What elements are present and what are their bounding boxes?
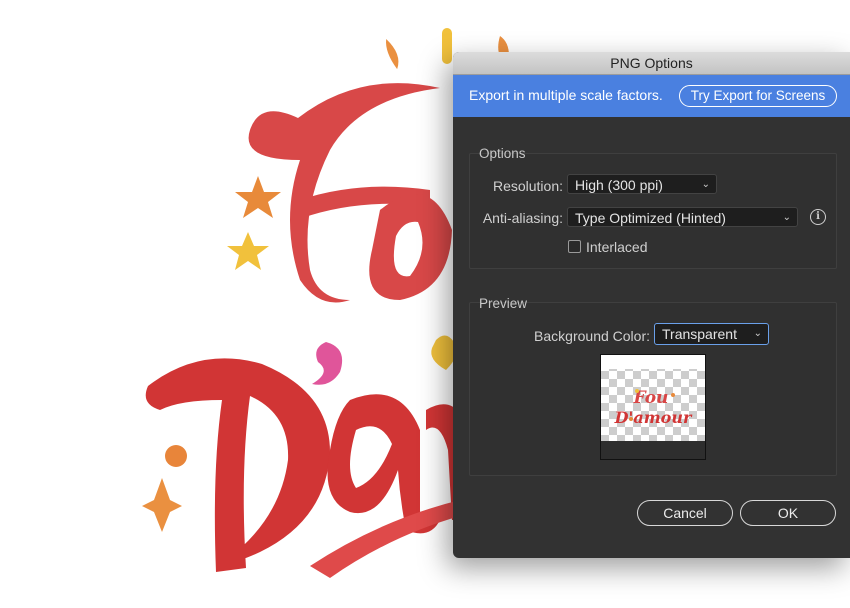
- chevron-down-icon: ⌄: [782, 212, 791, 223]
- background-color-select[interactable]: Transparent ⌄: [654, 323, 769, 345]
- confetti-orange-drop: [386, 39, 399, 70]
- pink-apostrophe: [312, 342, 343, 385]
- antialiasing-select[interactable]: Type Optimized (Hinted) ⌄: [567, 207, 798, 227]
- letter-o-stroke: [369, 194, 452, 300]
- banner-text: Export in multiple scale factors.: [469, 87, 663, 103]
- preview-image: Fou D'amour: [601, 355, 705, 459]
- thumbnail-text-damour: D'amour: [614, 408, 693, 427]
- confetti-yellow-bar: [442, 28, 452, 64]
- options-group-title: Options: [479, 146, 526, 161]
- yellow-star-icon: [227, 232, 269, 270]
- resolution-label: Resolution:: [492, 178, 563, 194]
- antialiasing-value: Type Optimized (Hinted): [575, 210, 726, 226]
- interlaced-label: Interlaced: [586, 239, 648, 255]
- background-color-label: Background Color:: [534, 328, 650, 344]
- resolution-select[interactable]: High (300 ppi) ⌄: [567, 174, 717, 194]
- preview-group-title: Preview: [479, 296, 528, 311]
- try-export-for-screens-button[interactable]: Try Export for Screens: [679, 85, 837, 107]
- cancel-button[interactable]: Cancel: [637, 500, 733, 526]
- background-color-value: Transparent: [662, 326, 737, 342]
- chevron-down-icon: ⌄: [701, 179, 710, 190]
- orange-diamond-icon: [142, 478, 182, 532]
- png-options-dialog: PNG Options Export in multiple scale fac…: [453, 52, 850, 558]
- swash-underline: [310, 500, 460, 578]
- preview-thumbnail: Fou D'amour: [600, 354, 706, 460]
- dialog-title: PNG Options: [453, 52, 850, 75]
- resolution-value: High (300 ppi): [575, 177, 663, 193]
- orange-star-icon: [235, 176, 281, 218]
- ok-button[interactable]: OK: [740, 500, 836, 526]
- info-icon[interactable]: i: [810, 209, 826, 225]
- antialiasing-label: Anti-aliasing:: [482, 210, 563, 226]
- export-banner: Export in multiple scale factors. Try Ex…: [453, 75, 850, 117]
- orange-dot: [165, 445, 187, 467]
- chevron-down-icon: ⌄: [753, 328, 762, 339]
- interlaced-checkbox[interactable]: [568, 240, 581, 253]
